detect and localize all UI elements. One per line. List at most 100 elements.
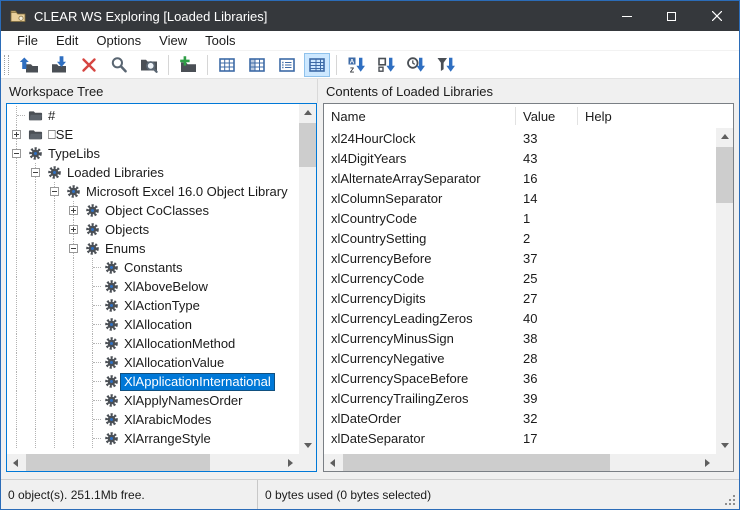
close-button[interactable] bbox=[694, 1, 739, 31]
sort-by-size-button[interactable] bbox=[373, 53, 399, 77]
tree-item-label[interactable]: XlAllocation bbox=[120, 316, 196, 334]
list-row-xlalternatearrayseparator[interactable]: xlAlternateArraySeparator16 bbox=[324, 168, 716, 188]
list-row-xlcountrycode[interactable]: xlCountryCode1 bbox=[324, 208, 716, 228]
tree-item-label[interactable]: Objects bbox=[101, 221, 153, 239]
sort-by-date-button[interactable] bbox=[403, 53, 429, 77]
small-icons-view-button[interactable] bbox=[244, 53, 270, 77]
tree-item-microsoft-excel-16-0-object-library[interactable]: Microsoft Excel 16.0 Object Library bbox=[7, 182, 299, 201]
tree-item-label[interactable]: XlApplyNamesOrder bbox=[120, 392, 247, 410]
list-hscroll-thumb[interactable] bbox=[343, 454, 610, 471]
menu-view[interactable]: View bbox=[150, 31, 196, 50]
menu-edit[interactable]: Edit bbox=[47, 31, 87, 50]
tree-item-xlallocation[interactable]: XlAllocation bbox=[7, 315, 299, 334]
tree-item-xlallocationmethod[interactable]: XlAllocationMethod bbox=[7, 334, 299, 353]
list-vertical-scrollbar[interactable] bbox=[716, 128, 733, 454]
list-row-xlcolumnseparator[interactable]: xlColumnSeparator14 bbox=[324, 188, 716, 208]
expand-icon[interactable] bbox=[64, 201, 83, 220]
tree-item-label[interactable]: XlArabicModes bbox=[120, 411, 215, 429]
resize-grip-icon[interactable] bbox=[723, 480, 739, 509]
tree-item-label[interactable]: Object CoClasses bbox=[101, 202, 213, 220]
tree-item-label[interactable]: Loaded Libraries bbox=[63, 164, 168, 182]
list-horizontal-scrollbar[interactable] bbox=[324, 454, 716, 471]
tree-item-label[interactable]: XlActionType bbox=[120, 297, 204, 315]
tree-item-objects[interactable]: Objects bbox=[7, 220, 299, 239]
large-icons-view-button[interactable] bbox=[214, 53, 240, 77]
tree-item-label[interactable]: TypeLibs bbox=[44, 145, 104, 163]
tree-item-label[interactable]: XlAllocationMethod bbox=[120, 335, 239, 353]
expand-icon[interactable] bbox=[64, 220, 83, 239]
scroll-down-icon[interactable] bbox=[299, 437, 316, 454]
collapse-icon[interactable] bbox=[26, 163, 45, 182]
delete-button[interactable] bbox=[76, 53, 102, 77]
tree-item-enums[interactable]: Enums bbox=[7, 239, 299, 258]
column-header-name[interactable]: Name bbox=[324, 107, 516, 125]
tree-item-constants[interactable]: Constants bbox=[7, 258, 299, 277]
list-row-xlcurrencydigits[interactable]: xlCurrencyDigits27 bbox=[324, 288, 716, 308]
collapse-icon[interactable] bbox=[7, 144, 26, 163]
tree-item-xlapplicationinternational[interactable]: XlApplicationInternational bbox=[7, 372, 299, 391]
list-vscroll-thumb[interactable] bbox=[716, 147, 733, 203]
tree-item-xlabovebelow[interactable]: XlAboveBelow bbox=[7, 277, 299, 296]
tree-item-xlapplynamesorder[interactable]: XlApplyNamesOrder bbox=[7, 391, 299, 410]
expand-icon[interactable] bbox=[7, 125, 26, 144]
list-row-xlcurrencynegative[interactable]: xlCurrencyNegative28 bbox=[324, 348, 716, 368]
scroll-left-icon[interactable] bbox=[7, 454, 24, 471]
list-row-xlcurrencycode[interactable]: xlCurrencyCode25 bbox=[324, 268, 716, 288]
tree-vscroll-thumb[interactable] bbox=[299, 123, 316, 167]
list-row-xlcurrencyminussign[interactable]: xlCurrencyMinusSign38 bbox=[324, 328, 716, 348]
copy-up-button[interactable] bbox=[16, 53, 42, 77]
list-row-xlcurrencyleadingzeros[interactable]: xlCurrencyLeadingZeros40 bbox=[324, 308, 716, 328]
tree-item-xlallocationvalue[interactable]: XlAllocationValue bbox=[7, 353, 299, 372]
collapse-icon[interactable] bbox=[45, 182, 64, 201]
menu-file[interactable]: File bbox=[8, 31, 47, 50]
menu-tools[interactable]: Tools bbox=[196, 31, 244, 50]
tree-item-label[interactable]: Microsoft Excel 16.0 Object Library bbox=[82, 183, 292, 201]
tree-item-label[interactable]: XlApplicationInternational bbox=[120, 373, 275, 391]
maximize-button[interactable] bbox=[649, 1, 694, 31]
list-row-xl24hourclock[interactable]: xl24HourClock33 bbox=[324, 128, 716, 148]
list-row-xl4digityears[interactable]: xl4DigitYears43 bbox=[324, 148, 716, 168]
scroll-down-icon[interactable] bbox=[716, 437, 733, 454]
tree-horizontal-scrollbar[interactable] bbox=[7, 454, 299, 471]
column-header-value[interactable]: Value bbox=[516, 107, 578, 125]
tree-item-#[interactable]: # bbox=[7, 106, 299, 125]
scroll-right-icon[interactable] bbox=[699, 454, 716, 471]
tree-item-label[interactable]: XlArrangeStyle bbox=[120, 430, 215, 448]
list-row-xlcurrencybefore[interactable]: xlCurrencyBefore37 bbox=[324, 248, 716, 268]
collapse-icon[interactable] bbox=[64, 239, 83, 258]
new-namespace-button[interactable] bbox=[175, 53, 201, 77]
find-button[interactable] bbox=[106, 53, 132, 77]
list-row-xlcurrencytrailingzeros[interactable]: xlCurrencyTrailingZeros39 bbox=[324, 388, 716, 408]
tree-item-xlarrangestyle[interactable]: XlArrangeStyle bbox=[7, 429, 299, 448]
list-row-xlcountrysetting[interactable]: xlCountrySetting2 bbox=[324, 228, 716, 248]
tree-item-xlarabicmodes[interactable]: XlArabicModes bbox=[7, 410, 299, 429]
scroll-up-icon[interactable] bbox=[716, 128, 733, 145]
sort-by-name-button[interactable]: AZ bbox=[343, 53, 369, 77]
tree-item-typelibs[interactable]: TypeLibs bbox=[7, 144, 299, 163]
tree-item-label[interactable]: Enums bbox=[101, 240, 149, 258]
tree-item-label[interactable]: Constants bbox=[120, 259, 187, 277]
tree-item-label[interactable]: # bbox=[44, 107, 59, 125]
list-row-xldateorder[interactable]: xlDateOrder32 bbox=[324, 408, 716, 428]
tree-item-label[interactable]: XlAllocationValue bbox=[120, 354, 228, 372]
details-view-button[interactable] bbox=[304, 53, 330, 77]
sort-by-type-button[interactable] bbox=[433, 53, 459, 77]
tree-item-loaded-libraries[interactable]: Loaded Libraries bbox=[7, 163, 299, 182]
tree-item-label[interactable]: XlAboveBelow bbox=[120, 278, 212, 296]
scroll-right-icon[interactable] bbox=[282, 454, 299, 471]
scroll-up-icon[interactable] bbox=[299, 104, 316, 121]
minimize-button[interactable] bbox=[604, 1, 649, 31]
toolbar-grip[interactable] bbox=[4, 55, 9, 75]
list-row-xlcurrencyspacebefore[interactable]: xlCurrencySpaceBefore36 bbox=[324, 368, 716, 388]
tree-item-object-coclasses[interactable]: Object CoClasses bbox=[7, 201, 299, 220]
list-view-button[interactable] bbox=[274, 53, 300, 77]
find-objects-button[interactable] bbox=[136, 53, 162, 77]
menu-options[interactable]: Options bbox=[87, 31, 150, 50]
tree-vertical-scrollbar[interactable] bbox=[299, 104, 316, 454]
tree-item-label[interactable]: ⎕SE bbox=[44, 126, 77, 144]
list-row-xldateseparator[interactable]: xlDateSeparator17 bbox=[324, 428, 716, 448]
column-header-help[interactable]: Help bbox=[578, 107, 733, 125]
scroll-left-icon[interactable] bbox=[324, 454, 341, 471]
tree-item-xlactiontype[interactable]: XlActionType bbox=[7, 296, 299, 315]
tree-item--se[interactable]: ⎕SE bbox=[7, 125, 299, 144]
